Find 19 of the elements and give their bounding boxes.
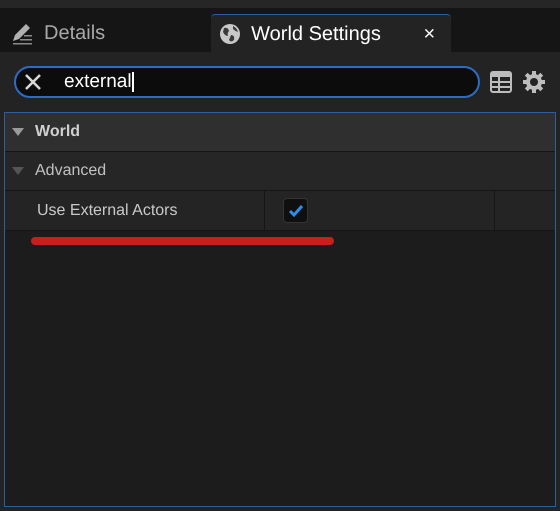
category-label: World [35,122,80,142]
panel-tab[interactable]: Details [8,14,108,52]
close-icon[interactable]: × [415,18,444,48]
globe-icon [219,22,242,44]
expand-arrow-icon[interactable] [11,127,25,137]
table-icon[interactable] [490,71,512,93]
category-label: Advanced [35,161,106,181]
settings-icon[interactable] [522,70,546,94]
search-field[interactable]: external [14,66,480,98]
pencil-icon [10,21,34,45]
tab-label: World Settings [251,22,382,46]
panel-tab[interactable]: World Settings × [211,14,452,52]
property-label: Use External Actors [37,200,178,220]
category-header[interactable]: World [5,113,555,152]
checkbox[interactable] [283,198,308,223]
category-header[interactable]: Advanced [5,152,555,191]
checkmark-icon [288,204,304,218]
clear-icon[interactable] [24,73,42,91]
tab-label: Details [44,21,106,46]
